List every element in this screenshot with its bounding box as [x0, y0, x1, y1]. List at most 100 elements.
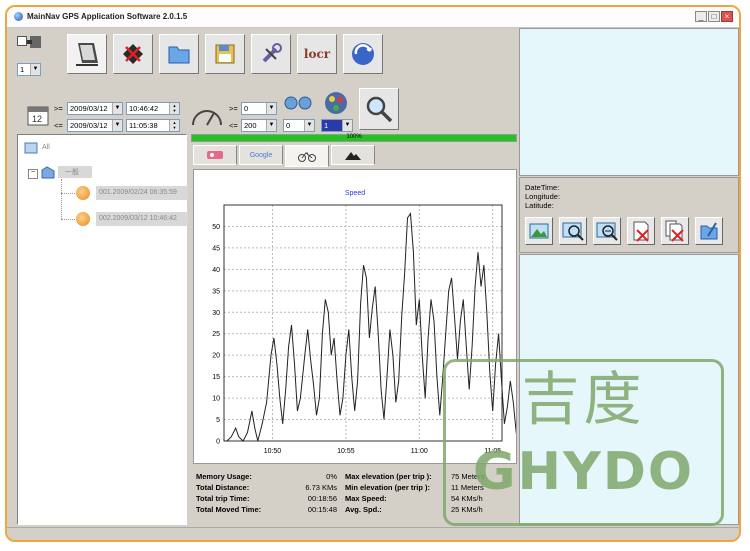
locr-button[interactable]: locr — [297, 34, 337, 74]
time-to-value: 11:05:38 — [129, 121, 158, 130]
speed-max-select[interactable]: 200 ▼ — [241, 119, 277, 132]
bicycle-icon — [298, 152, 316, 162]
y-tick-label: 40 — [212, 267, 220, 274]
total-distance-value: 6.73 KMs — [305, 483, 337, 492]
total-trip-time-label: Total trip Time: — [196, 494, 250, 503]
date-from-select[interactable]: 2009/03/12 ▼ — [67, 102, 123, 115]
y-tick-label: 50 — [212, 224, 220, 231]
date-to-select[interactable]: 2009/03/12 ▼ — [67, 119, 123, 132]
google-tab-label: Google — [249, 151, 273, 159]
y-tick-label: 15 — [212, 374, 220, 381]
open-folder-button[interactable] — [159, 34, 199, 74]
speedometer-icon — [192, 110, 222, 126]
waypoints-icon — [284, 96, 312, 110]
time-from-stepper[interactable]: 10:46:42 ▲ ▼ — [126, 102, 180, 115]
trip-label: 001.2009/02/24 06:35:59 — [99, 189, 177, 196]
export-icon — [700, 222, 718, 240]
tree-connector — [61, 179, 63, 219]
zoom-in-icon — [562, 222, 584, 241]
date-from-op: >= — [54, 104, 63, 113]
date-from-value: 2009/03/12 — [70, 104, 108, 113]
tree-group-label: 一般 — [65, 169, 79, 176]
export-button[interactable] — [695, 217, 723, 245]
point-action-toolbar — [525, 217, 735, 245]
progress-label: 100% — [346, 134, 362, 140]
memory-usage-value: 0% — [326, 472, 337, 481]
zoom-out-icon — [596, 222, 618, 241]
device-select[interactable]: 1 ▼ — [17, 63, 41, 76]
window-title: MainNav GPS Application Software 2.0.1.5 — [27, 12, 188, 21]
tab-elevation[interactable] — [331, 145, 375, 165]
speed-min-select[interactable]: 0 ▼ — [241, 102, 277, 115]
speed-min-value: 0 — [244, 104, 249, 113]
date-to-op: <= — [54, 121, 63, 130]
save-button[interactable] — [205, 34, 245, 74]
chevron-down-icon: ▼ — [266, 103, 276, 114]
y-tick-label: 5 — [216, 417, 220, 424]
calendar-icon: 12 — [27, 106, 49, 126]
min-elevation-label: Min elevation (per trip ): — [345, 483, 431, 492]
delete-point-icon — [633, 221, 649, 242]
delete-button[interactable] — [113, 34, 153, 74]
delete-points-button[interactable] — [661, 217, 689, 245]
search-icon — [366, 96, 393, 123]
datetime-label: DateTime: — [525, 183, 560, 192]
view-tabs: Google — [193, 145, 513, 167]
close-button[interactable]: × — [721, 11, 733, 22]
zoom-in-button[interactable] — [559, 217, 587, 245]
memory-usage-label: Memory Usage: — [196, 472, 252, 481]
mountain-icon — [345, 152, 361, 160]
zoom-out-button[interactable] — [593, 217, 621, 245]
locr-icon: locr — [303, 47, 331, 61]
y-tick-label: 20 — [212, 353, 220, 360]
chevron-down-icon: ▼ — [304, 120, 314, 131]
device-select-value: 1 — [20, 65, 25, 74]
status-bar — [7, 527, 739, 540]
tree-collapse-toggle[interactable]: − — [28, 169, 38, 179]
longitude-label: Longitude: — [525, 192, 561, 201]
search-button[interactable] — [359, 88, 399, 130]
tab-map[interactable] — [193, 145, 237, 165]
total-moved-time-value: 00:15:48 — [307, 505, 337, 514]
group-folder-icon — [41, 166, 55, 179]
device-button[interactable] — [67, 34, 107, 74]
point-info-panel: DateTime: Longitude: Latitude: — [519, 177, 739, 253]
chevron-down-icon: ▼ — [342, 120, 352, 131]
svg-text:12: 12 — [32, 114, 42, 124]
chevron-down-icon: ▼ — [30, 64, 40, 75]
app-window: MainNav GPS Application Software 2.0.1.5… — [5, 5, 741, 542]
y-tick-label: 45 — [212, 245, 220, 252]
watermark-cn-text: 吉度 — [521, 365, 646, 433]
avg-speed-label: Avg. Spd.: — [345, 505, 382, 514]
tree-trip-item[interactable]: 001.2009/02/24 06:35:59 — [96, 186, 188, 200]
tree-group-node[interactable]: 一般 — [58, 166, 92, 178]
color-select[interactable]: 1 ▼ — [321, 119, 353, 132]
delete-points-icon — [665, 220, 684, 242]
points-select[interactable]: 0 ▼ — [283, 119, 315, 132]
latitude-label: Latitude: — [525, 201, 554, 210]
trip-label: 002.2009/03/12 10:46:42 — [99, 215, 177, 222]
trip-icon — [76, 212, 90, 226]
maximize-button[interactable]: □ — [708, 11, 720, 22]
tree-root-label[interactable]: All — [42, 144, 50, 151]
speed-max-value: 200 — [244, 121, 257, 130]
minimize-button[interactable]: _ — [695, 11, 707, 22]
internet-button[interactable] — [343, 34, 383, 74]
chart-title: Speed — [345, 190, 365, 197]
tools-icon — [262, 43, 282, 63]
settings-button[interactable] — [251, 34, 291, 74]
mini-map-panel — [519, 28, 739, 176]
time-to-stepper[interactable]: 11:05:38 ▲ ▼ — [126, 119, 180, 132]
tab-google[interactable]: Google — [239, 145, 283, 165]
map-view-button[interactable] — [525, 217, 553, 245]
tab-speed[interactable] — [285, 145, 329, 167]
date-to-value: 2009/03/12 — [70, 121, 108, 130]
tree-trip-item[interactable]: 002.2009/03/12 10:46:42 — [96, 212, 188, 226]
landscape-icon — [529, 223, 549, 239]
delete-point-button[interactable] — [627, 217, 655, 245]
time-from-value: 10:46:42 — [129, 104, 159, 113]
spin-arrows-icon: ▲ ▼ — [169, 120, 179, 131]
total-distance-label: Total Distance: — [196, 483, 250, 492]
y-tick-label: 10 — [212, 396, 220, 403]
globe-icon — [352, 43, 374, 65]
